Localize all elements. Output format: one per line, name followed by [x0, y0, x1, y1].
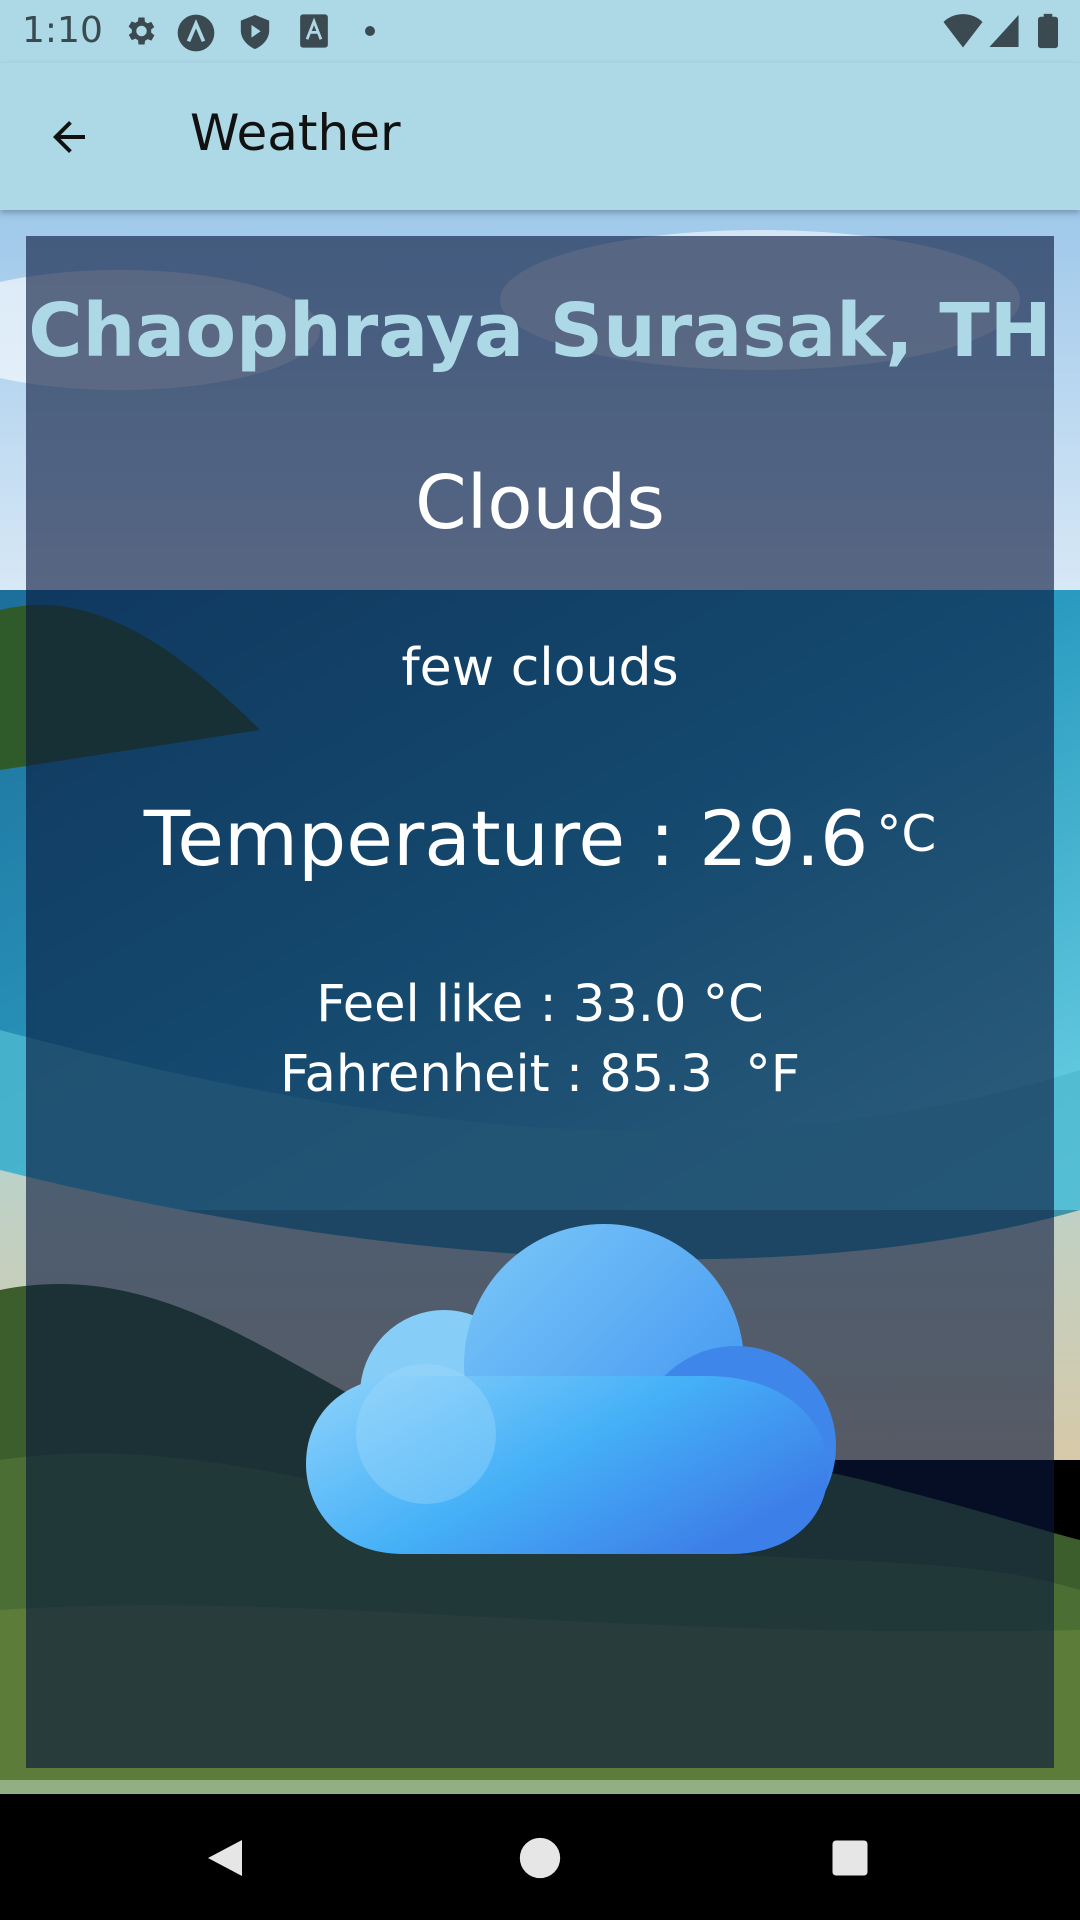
dot-icon [365, 26, 375, 36]
nav-home-button[interactable] [508, 1826, 572, 1890]
back-triangle-icon [208, 1840, 242, 1876]
nav-recents-button[interactable] [818, 1826, 882, 1890]
wifi-icon [943, 14, 983, 48]
cloud-icon [306, 1224, 836, 1554]
navigation-bar [0, 1794, 1080, 1920]
arrow-back-icon [53, 121, 85, 153]
recents-square-icon [832, 1840, 868, 1876]
weather-description: few clouds [401, 638, 679, 698]
status-bar: 1:10 [0, 0, 1080, 63]
app-a-icon [177, 14, 215, 52]
home-circle-icon [519, 1837, 561, 1879]
signal-icon [989, 15, 1019, 47]
fahrenheit-value: Fahrenheit : 85.3 °F [279, 1045, 801, 1104]
temperature-value: Temperature : 29.6 [143, 794, 869, 883]
temperature-row: Temperature : 29.6 °C [26, 791, 1054, 887]
app-bar: Weather [0, 63, 1080, 210]
font-a-icon [300, 14, 328, 48]
city-name: Chaophraya Surasak, TH [28, 288, 1052, 374]
battery-icon [1038, 13, 1058, 49]
nav-back-button[interactable] [194, 1826, 258, 1890]
feels-like: Feel like : 33.0 °C [316, 975, 764, 1034]
page-title: Weather [190, 104, 401, 162]
shield-play-icon [240, 15, 270, 49]
status-time: 1:10 [22, 10, 103, 51]
weather-condition: Clouds [415, 460, 665, 546]
weather-card: Chaophraya Surasak, TH Clouds few clouds… [26, 236, 1054, 1768]
temperature-unit: °C [876, 805, 937, 863]
back-button[interactable] [30, 98, 108, 176]
settings-icon [128, 17, 155, 45]
